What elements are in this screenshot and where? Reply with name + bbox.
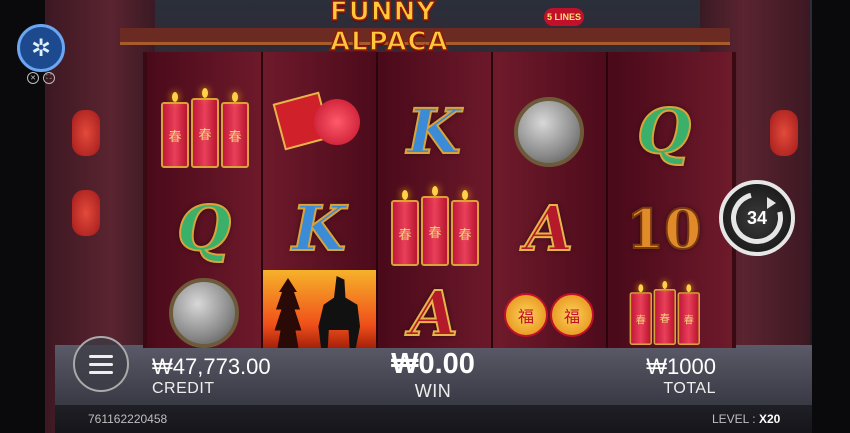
letter-k: K bbox=[406, 94, 462, 169]
total-label: TOTAL bbox=[663, 380, 716, 397]
right-letterbox bbox=[812, 0, 850, 433]
symbol-firecracker-candles: 春 春 春 bbox=[150, 88, 258, 168]
reel-divider bbox=[376, 52, 378, 348]
symbol-a: A bbox=[380, 276, 488, 351]
game-stage: 春 春 春 Q K K 春 春 春 A A 福 福 Q 10 春 春 春 FUN… bbox=[0, 0, 850, 433]
hanging-lantern-icon bbox=[72, 110, 100, 156]
reel-divider bbox=[606, 52, 608, 348]
credit-value: ₩47,773.00 bbox=[152, 354, 271, 379]
total-value: ₩1000 bbox=[646, 354, 716, 379]
firecracker-icon bbox=[272, 89, 364, 169]
close-icon[interactable]: ✕ bbox=[27, 72, 39, 84]
symbol-lanterns: 福 福 bbox=[495, 284, 603, 346]
letter-a: A bbox=[524, 191, 574, 266]
symbol-firecracker-bundle bbox=[265, 84, 373, 174]
win-value: ₩0.00 bbox=[391, 348, 475, 380]
symbol-10: 10 bbox=[610, 186, 718, 272]
hanging-lantern-icon bbox=[770, 110, 798, 156]
symbol-a: A bbox=[495, 183, 603, 273]
alpaca-icon bbox=[318, 276, 360, 348]
spin-arrow-icon bbox=[767, 197, 776, 209]
autospin-count: 34 bbox=[746, 207, 768, 228]
hanging-lantern-icon bbox=[72, 190, 100, 236]
lantern-icon: 福 bbox=[504, 293, 548, 337]
symbol-gong bbox=[150, 278, 258, 348]
symbol-q: Q bbox=[610, 88, 718, 174]
candle-icon: 春 bbox=[391, 190, 419, 266]
symbol-q: Q bbox=[150, 183, 258, 273]
mini-controls: ✕ ⛶ bbox=[27, 72, 55, 84]
level-value: X20 bbox=[758, 412, 781, 426]
symbol-alpaca-sunset bbox=[263, 270, 376, 348]
symbol-k: K bbox=[380, 88, 488, 174]
gong-icon bbox=[514, 97, 584, 167]
game-logo: FUNNY ALPACA bbox=[329, 0, 449, 58]
menu-icon-bar bbox=[89, 362, 113, 366]
letter-k: K bbox=[291, 191, 347, 266]
win-label: WIN bbox=[414, 381, 452, 401]
symbol-firecracker-candles: 春 春 春 bbox=[610, 280, 718, 346]
candle-icon: 春 bbox=[451, 190, 479, 266]
lantern-icon: 福 bbox=[550, 293, 594, 337]
candle-icon: 春 bbox=[629, 284, 652, 345]
letter-q: Q bbox=[636, 94, 692, 169]
candle-icon: 春 bbox=[677, 284, 700, 345]
level-indicator: LEVEL : X20 bbox=[712, 412, 780, 426]
candle-icon: 春 bbox=[221, 92, 249, 168]
symbol-firecracker-candles: 春 春 春 bbox=[380, 186, 488, 266]
pagoda-icon bbox=[274, 278, 302, 348]
lines-badge: 5 LINES bbox=[544, 8, 584, 26]
menu-icon-bar bbox=[89, 370, 113, 374]
level-label: LEVEL : bbox=[712, 412, 756, 426]
wheel-icon: ✲ bbox=[30, 34, 52, 62]
gong-icon bbox=[169, 278, 239, 348]
footer-bar bbox=[55, 405, 812, 433]
win-display: ₩0.00 WIN bbox=[388, 348, 478, 402]
spin-button[interactable]: 34 bbox=[719, 180, 795, 256]
credit-label: CREDIT bbox=[152, 380, 215, 397]
symbol-k: K bbox=[265, 183, 373, 273]
menu-button[interactable] bbox=[73, 336, 129, 392]
candle-icon: 春 bbox=[653, 281, 676, 345]
credit-display: ₩47,773.00 CREDIT bbox=[152, 354, 271, 398]
candle-icon: 春 bbox=[161, 92, 189, 168]
letter-a: A bbox=[409, 276, 459, 351]
menu-icon-bar bbox=[89, 354, 113, 358]
reel-divider bbox=[491, 52, 493, 348]
symbol-gong bbox=[495, 90, 603, 174]
session-id: 761162220458 bbox=[88, 412, 168, 426]
candle-icon: 春 bbox=[191, 88, 219, 168]
fullscreen-icon[interactable]: ⛶ bbox=[43, 72, 55, 84]
candle-icon: 春 bbox=[421, 186, 449, 266]
settings-button[interactable]: ✲ bbox=[17, 24, 65, 72]
total-display[interactable]: ₩1000 TOTAL bbox=[640, 354, 716, 398]
letter-10: 10 bbox=[625, 196, 702, 262]
letter-q: Q bbox=[176, 191, 232, 266]
